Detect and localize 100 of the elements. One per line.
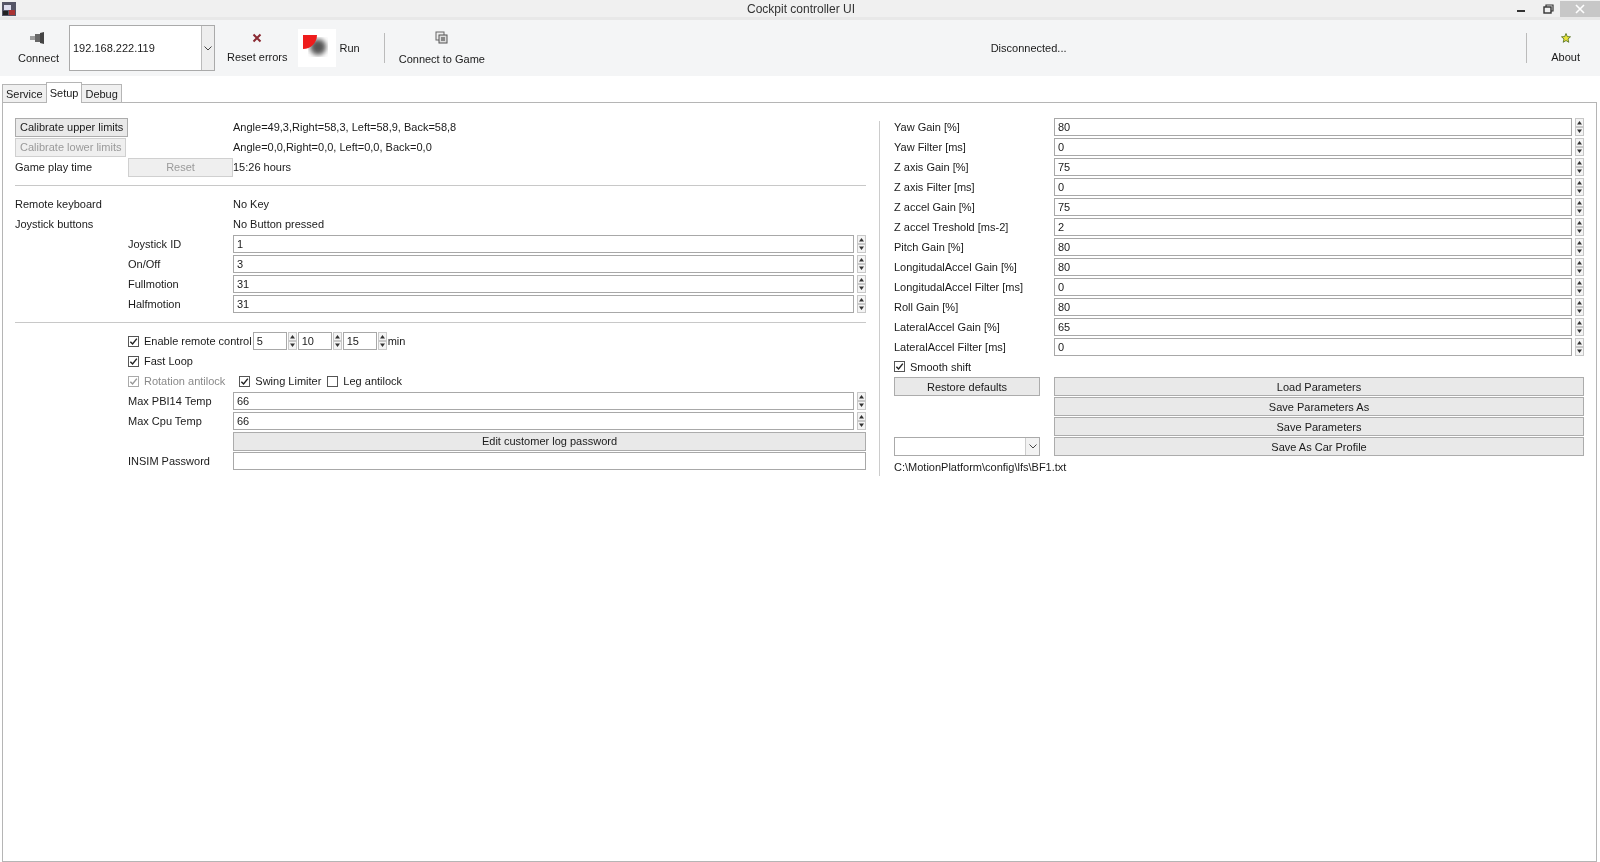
number-field[interactable]: 80 bbox=[1054, 237, 1572, 256]
field-label: Game play time bbox=[15, 161, 94, 173]
number-field[interactable]: 2 bbox=[1054, 217, 1572, 236]
number-field[interactable]: 66 bbox=[233, 412, 854, 430]
spinner-icon[interactable] bbox=[1575, 177, 1584, 196]
field-label: INSIM Password bbox=[128, 455, 211, 467]
field-label: LateralAccel Filter [ms] bbox=[894, 340, 1007, 353]
checkbox[interactable] bbox=[239, 375, 251, 387]
caret-icon bbox=[1028, 444, 1037, 449]
number-field[interactable]: 80 bbox=[1054, 297, 1572, 316]
spinner-icon[interactable] bbox=[857, 295, 866, 313]
tab[interactable]: Service bbox=[2, 84, 47, 102]
number-field[interactable]: 3 bbox=[233, 255, 854, 273]
field-label: LateralAccel Gain [%] bbox=[894, 320, 1001, 333]
number-field[interactable]: 0 bbox=[1054, 277, 1572, 296]
spinner-icon[interactable] bbox=[1575, 277, 1584, 296]
number-field[interactable]: 0 bbox=[1054, 177, 1572, 196]
number-field[interactable]: 5 bbox=[252, 332, 287, 350]
field-label: Joystick ID bbox=[128, 238, 183, 250]
field-label: LongitudalAccel Filter [ms] bbox=[894, 280, 1024, 293]
number-field[interactable]: 80 bbox=[1054, 257, 1572, 276]
window-title: Cockpit controller UI bbox=[745, 1, 856, 16]
connect-to-game-button[interactable]: Connect to Game bbox=[392, 27, 491, 69]
field-label: Max PBI14 Temp bbox=[128, 395, 213, 407]
field-label: Halfmotion bbox=[128, 298, 182, 310]
checkbox-label: Rotation antilock bbox=[144, 375, 226, 387]
connection-status: Disconnected... bbox=[989, 42, 1068, 54]
file-button[interactable]: Save Parameters As bbox=[1054, 397, 1584, 416]
field-label: LongitudalAccel Gain [%] bbox=[894, 260, 1018, 273]
spinner-icon[interactable] bbox=[1575, 317, 1584, 336]
spinner-icon[interactable] bbox=[857, 392, 866, 410]
spinner-icon[interactable] bbox=[377, 332, 387, 350]
checkbox[interactable] bbox=[894, 361, 905, 372]
cross-icon bbox=[252, 33, 263, 43]
field-label: Yaw Filter [ms] bbox=[894, 140, 967, 153]
field-label: Max Cpu Temp bbox=[128, 415, 203, 427]
number-field[interactable]: 0 bbox=[1054, 137, 1572, 156]
spinner-icon[interactable] bbox=[1575, 197, 1584, 216]
number-field[interactable]: 0 bbox=[1054, 337, 1572, 356]
spinner-icon[interactable] bbox=[1575, 337, 1584, 356]
file-button[interactable]: Save As Car Profile bbox=[1054, 437, 1584, 456]
star-icon bbox=[1560, 33, 1571, 43]
checkbox-label: Leg antilock bbox=[343, 375, 403, 387]
number-field[interactable]: 15 bbox=[342, 332, 377, 350]
number-field[interactable]: 75 bbox=[1054, 197, 1572, 216]
number-field[interactable]: 80 bbox=[1054, 117, 1572, 136]
address-dropdown[interactable]: 192.168.222.119 bbox=[69, 25, 215, 71]
checkbox[interactable] bbox=[327, 375, 339, 387]
checkbox[interactable] bbox=[128, 355, 139, 367]
number-field[interactable]: 31 bbox=[233, 295, 854, 313]
checkbox-label: Fast Loop bbox=[144, 355, 193, 367]
spinner-icon[interactable] bbox=[857, 412, 866, 430]
number-field[interactable]: 75 bbox=[1054, 157, 1572, 176]
spinner-icon[interactable] bbox=[1575, 237, 1584, 256]
field-label: Pitch Gain [%] bbox=[894, 240, 965, 253]
file-button[interactable]: Load Parameters bbox=[1054, 377, 1584, 396]
field-label: Z axis Filter [ms] bbox=[894, 180, 976, 193]
edit-password-button[interactable]: Edit customer log password bbox=[233, 431, 866, 451]
password-field[interactable] bbox=[233, 452, 866, 470]
calibrate-button[interactable]: Calibrate upper limits bbox=[15, 117, 129, 137]
tab[interactable]: Setup bbox=[45, 82, 83, 103]
restore-defaults-button[interactable]: Restore defaults bbox=[894, 377, 1040, 396]
spinner-icon[interactable] bbox=[857, 255, 866, 273]
number-field[interactable]: 66 bbox=[233, 392, 854, 410]
field-label: Z accel Treshold [ms-2] bbox=[894, 220, 1010, 233]
spinner-icon[interactable] bbox=[857, 275, 866, 293]
file-button[interactable]: Save Parameters bbox=[1054, 417, 1584, 436]
spinner-icon[interactable] bbox=[1575, 157, 1584, 176]
spinner-icon[interactable] bbox=[1575, 117, 1584, 136]
spinner-icon[interactable] bbox=[287, 332, 297, 350]
checkbox-label: Enable remote control bbox=[144, 335, 252, 347]
tab[interactable]: Debug bbox=[81, 84, 122, 102]
field-label: Fullmotion bbox=[128, 278, 180, 290]
limits-reading: Angle=49,3,Right=58,3, Left=58,9, Back=58,8 bbox=[233, 121, 458, 133]
caret-icon bbox=[204, 45, 212, 51]
plug-icon bbox=[30, 32, 47, 44]
reset-errors-button[interactable]: Reset errors bbox=[221, 29, 294, 67]
field-label: Z accel Gain [%] bbox=[894, 200, 976, 213]
field-label: Roll Gain [%] bbox=[894, 300, 960, 313]
status-indicator-icon bbox=[297, 29, 336, 67]
play-time-value: 15:26 hours bbox=[233, 161, 293, 173]
field-label: Yaw Gain [%] bbox=[894, 120, 961, 133]
number-field[interactable]: 1 bbox=[233, 235, 854, 253]
number-field[interactable]: 31 bbox=[233, 275, 854, 293]
limits-reading: Angle=0,0,Right=0,0, Left=0,0, Back=0,0 bbox=[233, 141, 433, 153]
spinner-icon[interactable] bbox=[1575, 137, 1584, 156]
checkbox[interactable] bbox=[128, 335, 139, 347]
number-field[interactable]: 65 bbox=[1054, 317, 1572, 336]
run-button[interactable]: Run bbox=[335, 42, 364, 54]
about-button[interactable]: About bbox=[1545, 29, 1586, 67]
unit-label: min bbox=[387, 335, 406, 347]
spinner-icon[interactable] bbox=[857, 235, 866, 253]
field-label: Joystick buttons bbox=[15, 218, 95, 230]
number-field[interactable]: 10 bbox=[297, 332, 332, 350]
spinner-icon[interactable] bbox=[332, 332, 342, 350]
spinner-icon[interactable] bbox=[1575, 297, 1584, 316]
connect-button[interactable]: Connect bbox=[12, 28, 65, 68]
spinner-icon[interactable] bbox=[1575, 217, 1584, 236]
spinner-icon[interactable] bbox=[1575, 257, 1584, 276]
field-label: Remote keyboard bbox=[15, 198, 103, 210]
